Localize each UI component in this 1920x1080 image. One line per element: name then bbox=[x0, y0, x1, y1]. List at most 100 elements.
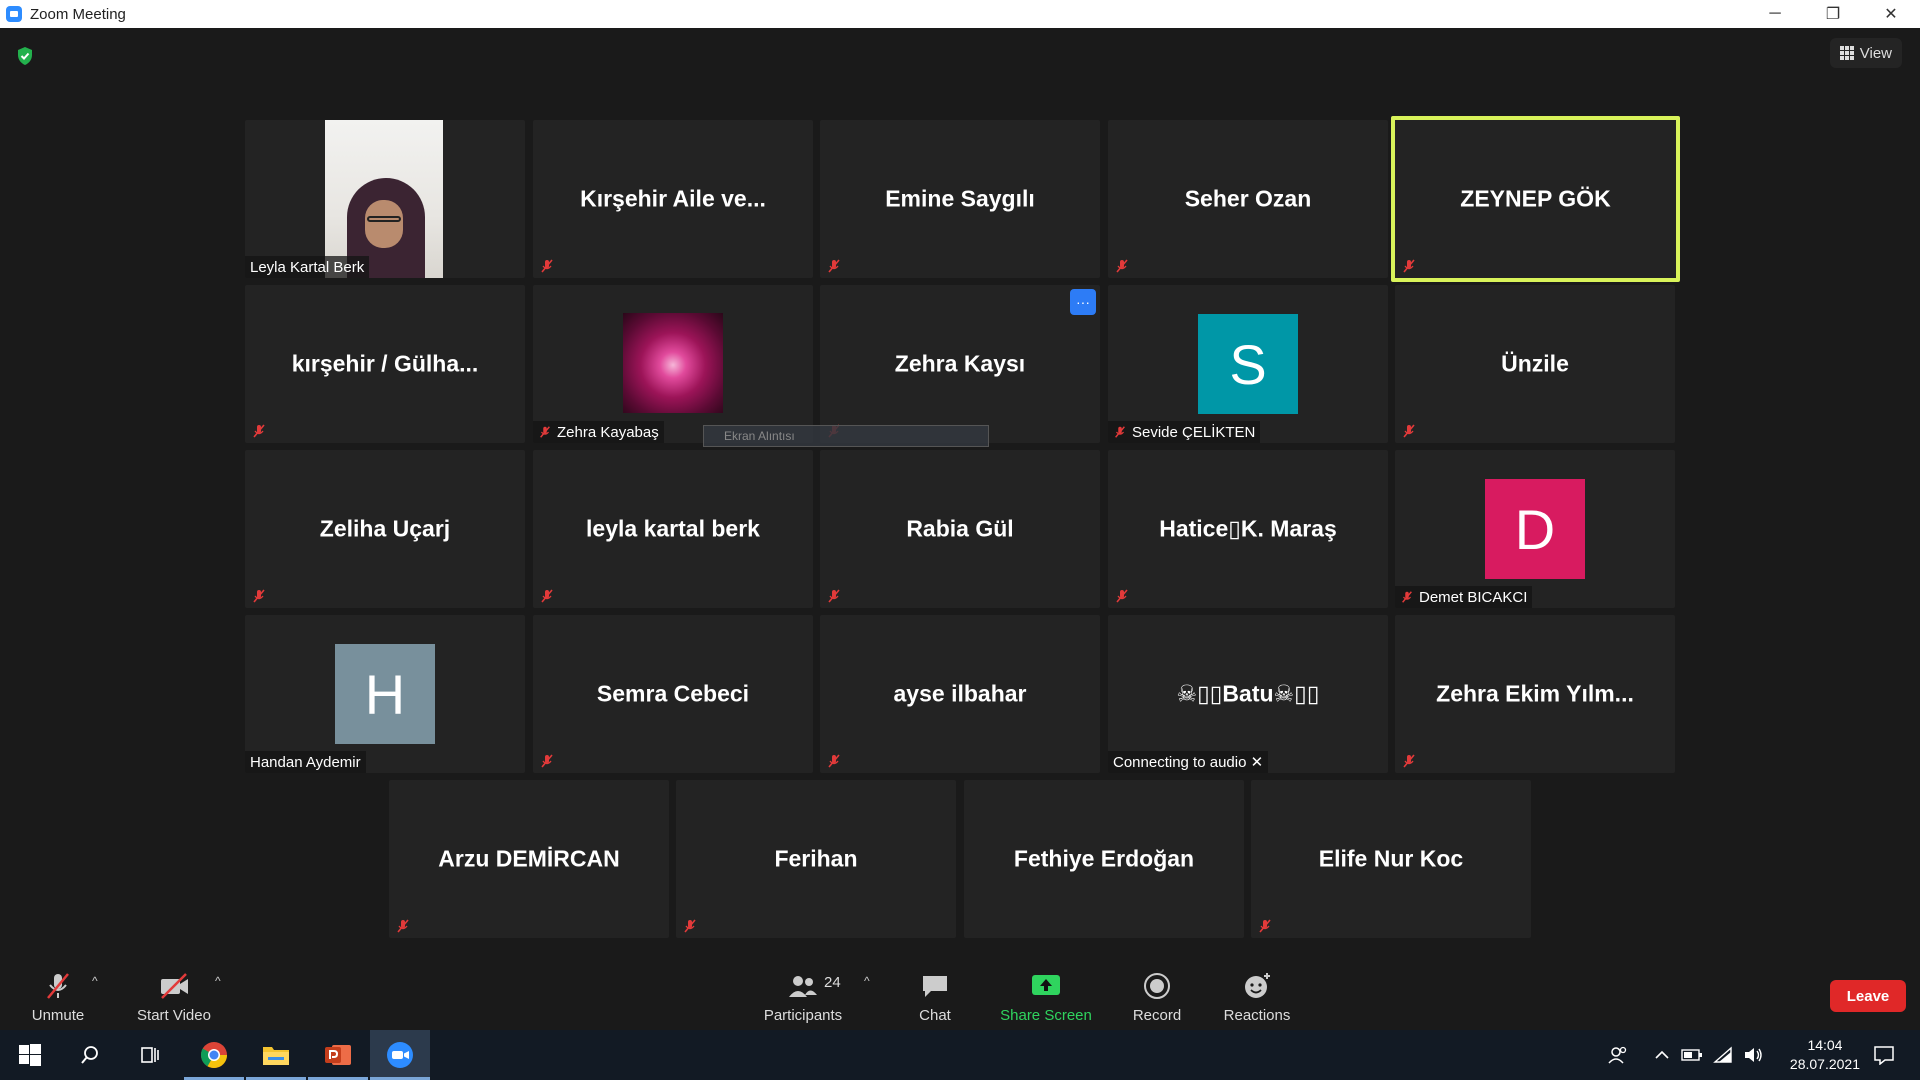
video-tile[interactable]: Ünzile bbox=[1395, 285, 1675, 443]
audio-options-caret-icon[interactable]: ^ bbox=[92, 974, 98, 988]
folder-icon bbox=[263, 1047, 289, 1065]
video-tile[interactable]: Zehra Kaysı ··· bbox=[820, 285, 1100, 443]
taskbar-file-explorer[interactable] bbox=[246, 1030, 306, 1080]
view-button[interactable]: View bbox=[1829, 38, 1902, 68]
video-tile[interactable]: Rabia Gül bbox=[820, 450, 1100, 608]
video-tile[interactable]: D Demet BICAKCI bbox=[1395, 450, 1675, 608]
record-button[interactable]: Record bbox=[1130, 962, 1184, 1030]
participant-name: Hatice▯K. Maraş bbox=[1159, 515, 1337, 542]
people-button[interactable] bbox=[1600, 1030, 1636, 1080]
start-button[interactable] bbox=[0, 1030, 60, 1080]
video-tile[interactable]: ayse ilbahar bbox=[820, 615, 1100, 773]
participant-name: ZEYNEP GÖK bbox=[1460, 185, 1611, 212]
video-tile[interactable]: Semra Cebeci bbox=[533, 615, 813, 773]
video-tile[interactable]: Leyla Kartal Berk bbox=[245, 120, 525, 278]
muted-mic-icon bbox=[541, 589, 553, 603]
reactions-button[interactable]: Reactions bbox=[1222, 962, 1292, 1030]
taskbar-powerpoint[interactable] bbox=[308, 1030, 368, 1080]
muted-mic-icon bbox=[1116, 589, 1128, 603]
participant-name: Semra Cebeci bbox=[596, 680, 750, 707]
video-tile[interactable]: Zehra Kayabaş bbox=[533, 285, 813, 443]
video-tile[interactable]: Seher Ozan bbox=[1108, 120, 1388, 278]
video-tile[interactable]: H Handan Aydemir bbox=[245, 615, 525, 773]
taskbar-zoom[interactable] bbox=[370, 1030, 430, 1080]
encryption-shield-icon[interactable] bbox=[16, 46, 34, 66]
participant-name: Arzu DEMİRCAN bbox=[438, 845, 620, 872]
grid-view-icon bbox=[1839, 46, 1854, 60]
muted-mic-icon bbox=[1403, 424, 1415, 438]
participant-name: Ünzile bbox=[1501, 350, 1569, 377]
participant-name: Zehra Ekim Yılm... bbox=[1436, 680, 1634, 707]
chrome-icon bbox=[200, 1042, 228, 1069]
unmute-button[interactable]: Unmute bbox=[22, 962, 94, 1030]
participant-name: Zehra Kaysı bbox=[894, 350, 1026, 377]
share-screen-label: Share Screen bbox=[1000, 1007, 1092, 1024]
video-tile[interactable]: Ferihan bbox=[676, 780, 956, 938]
participant-name: Seher Ozan bbox=[1184, 185, 1312, 212]
meeting-area: View Leyla Kartal Berk Kırşehir Aile ve.… bbox=[0, 28, 1920, 962]
show-hidden-icons-button[interactable] bbox=[1648, 1030, 1676, 1080]
muted-microphone-icon bbox=[47, 973, 69, 999]
more-options-button[interactable]: ··· bbox=[1070, 289, 1096, 315]
unmute-label: Unmute bbox=[31, 1007, 85, 1024]
video-tile[interactable]: Zehra Ekim Yılm... bbox=[1395, 615, 1675, 773]
restore-button[interactable]: ❐ bbox=[1804, 0, 1862, 28]
participant-avatar: S bbox=[1198, 314, 1298, 414]
reactions-smiley-icon bbox=[1245, 973, 1270, 998]
video-off-icon bbox=[161, 973, 188, 999]
leave-button[interactable]: Leave bbox=[1830, 980, 1906, 1012]
participants-icon bbox=[789, 976, 817, 997]
muted-mic-icon bbox=[1403, 754, 1415, 768]
video-tile[interactable]: S Sevide ÇELİKTEN bbox=[1108, 285, 1388, 443]
chevron-up-icon bbox=[1655, 1050, 1669, 1059]
taskbar-chrome[interactable] bbox=[184, 1030, 244, 1080]
video-tile[interactable]: kırşehir / Gülha... bbox=[245, 285, 525, 443]
minimize-button[interactable]: ─ bbox=[1746, 0, 1804, 28]
network-button[interactable] bbox=[1708, 1030, 1738, 1080]
zoom-icon bbox=[387, 1042, 413, 1068]
participant-name-label: Leyla Kartal Berk bbox=[245, 256, 370, 278]
participant-name: ayse ilbahar bbox=[893, 680, 1027, 707]
clock-time: 14:04 bbox=[1807, 1037, 1843, 1053]
participant-name: Fethiye Erdoğan bbox=[1013, 845, 1195, 872]
video-tile[interactable]: Elife Nur Koc bbox=[1251, 780, 1531, 938]
windows-taskbar: 14:04 28.07.2021 bbox=[0, 1030, 1920, 1080]
muted-mic-icon bbox=[1402, 591, 1412, 603]
video-tile[interactable]: Fethiye Erdoğan bbox=[964, 780, 1244, 938]
participant-name: leyla kartal berk bbox=[586, 515, 760, 542]
share-screen-button[interactable]: Share Screen bbox=[1000, 962, 1092, 1030]
participant-name: Ferihan bbox=[774, 845, 858, 872]
video-tile[interactable]: Arzu DEMİRCAN bbox=[389, 780, 669, 938]
participant-name-label: Handan Aydemir bbox=[245, 751, 366, 773]
connecting-audio-label: Connecting to audio ✕ bbox=[1108, 751, 1269, 773]
chat-bubble-icon bbox=[923, 976, 947, 997]
video-options-caret-icon[interactable]: ^ bbox=[215, 974, 221, 988]
meeting-toolbar: Unmute ^ Start Video ^ Participants 24 ^… bbox=[0, 962, 1920, 1030]
video-tile[interactable]: leyla kartal berk bbox=[533, 450, 813, 608]
powerpoint-icon bbox=[325, 1045, 351, 1065]
notifications-button[interactable] bbox=[1864, 1030, 1904, 1080]
video-tile-active-speaker[interactable]: ZEYNEP GÖK bbox=[1391, 116, 1680, 282]
taskbar-clock[interactable]: 14:04 28.07.2021 bbox=[1790, 1036, 1860, 1074]
battery-button[interactable] bbox=[1678, 1030, 1706, 1080]
video-tile[interactable]: Kırşehir Aile ve... bbox=[533, 120, 813, 278]
start-video-button[interactable]: Start Video bbox=[132, 962, 216, 1030]
video-tile[interactable]: Emine Saygılı bbox=[820, 120, 1100, 278]
participants-options-caret-icon[interactable]: ^ bbox=[864, 974, 870, 988]
muted-mic-icon bbox=[540, 426, 550, 438]
task-view-button[interactable] bbox=[120, 1030, 180, 1080]
video-tile[interactable]: Hatice▯K. Maraş bbox=[1108, 450, 1388, 608]
window-title: Zoom Meeting bbox=[30, 5, 126, 23]
participant-name: Kırşehir Aile ve... bbox=[580, 185, 766, 212]
muted-mic-icon bbox=[828, 589, 840, 603]
search-button[interactable] bbox=[60, 1030, 120, 1080]
volume-button[interactable] bbox=[1738, 1030, 1768, 1080]
participant-name: Emine Saygılı bbox=[885, 185, 1035, 212]
participants-button[interactable]: Participants bbox=[760, 962, 846, 1030]
chat-button[interactable]: Chat bbox=[912, 962, 958, 1030]
video-tile[interactable]: ☠▯▯Batu☠▯▯ Connecting to audio ✕ bbox=[1108, 615, 1388, 773]
profile-picture bbox=[623, 313, 723, 413]
video-tile[interactable]: Zeliha Uçarj bbox=[245, 450, 525, 608]
speaker-icon bbox=[1745, 1048, 1762, 1062]
close-window-button[interactable]: ✕ bbox=[1862, 0, 1920, 28]
